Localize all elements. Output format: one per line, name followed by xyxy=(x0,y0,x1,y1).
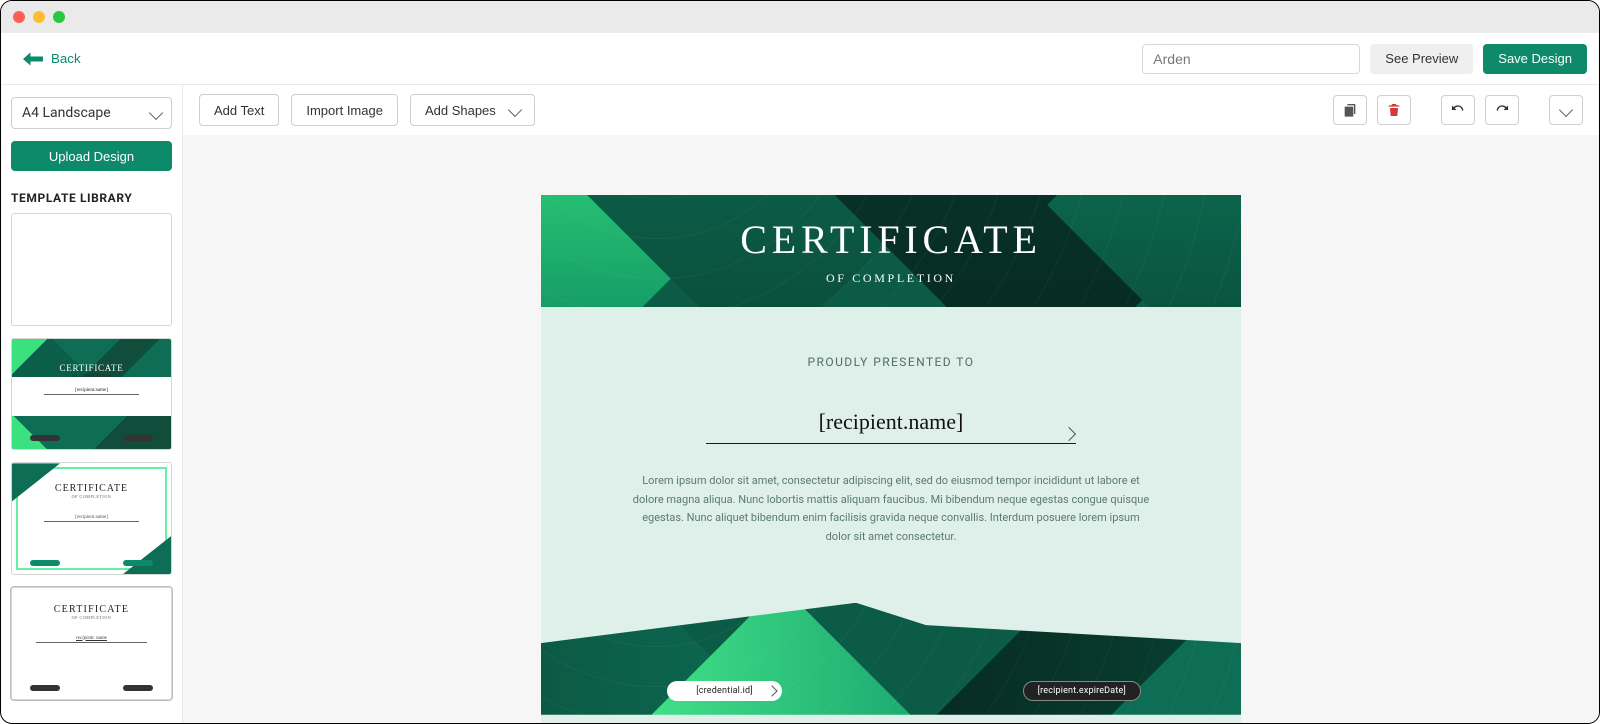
recipient-name-text: [recipient.name] xyxy=(819,409,964,434)
main-area: A4 Landscape Upload Design TEMPLATE LIBR… xyxy=(1,85,1599,723)
top-bar: Back See Preview Save Design xyxy=(1,33,1599,85)
thumb-title: CERTIFICATE xyxy=(12,604,171,615)
certificate-title[interactable]: CERTIFICATE xyxy=(740,216,1042,263)
page-size-value: A4 Landscape xyxy=(22,105,111,121)
minimize-window-icon[interactable] xyxy=(33,11,45,23)
chevron-down-icon xyxy=(149,106,163,120)
template-thumb-3[interactable]: CERTIFICATE OF COMPLETION recipient. nam… xyxy=(11,587,172,700)
more-menu-button[interactable] xyxy=(1549,95,1583,125)
add-shapes-button[interactable]: Add Shapes xyxy=(410,94,535,126)
editor-toolbar: Add Text Import Image Add Shapes xyxy=(183,85,1599,135)
template-library-title: TEMPLATE LIBRARY xyxy=(11,191,172,205)
redo-button[interactable] xyxy=(1485,95,1519,125)
thumb-pill xyxy=(30,435,60,441)
thumb-pill xyxy=(30,560,60,566)
sidebar: A4 Landscape Upload Design TEMPLATE LIBR… xyxy=(1,85,183,723)
expire-date-text: [recipient.expireDate] xyxy=(1038,686,1126,696)
thumb-pill xyxy=(30,685,60,691)
undo-icon xyxy=(1450,102,1466,118)
trash-icon xyxy=(1386,102,1402,118)
certificate-header: CERTIFICATE OF COMPLETION xyxy=(541,195,1241,307)
import-image-button[interactable]: Import Image xyxy=(291,94,398,126)
maximize-window-icon[interactable] xyxy=(53,11,65,23)
canvas-scroll[interactable]: CERTIFICATE OF COMPLETION PROUDLY PRESEN… xyxy=(183,135,1599,723)
chevron-down-icon xyxy=(508,103,522,117)
arrow-left-icon xyxy=(23,51,43,67)
edit-handle-icon[interactable] xyxy=(1064,429,1074,439)
back-button[interactable]: Back xyxy=(13,45,91,73)
add-shapes-label: Add Shapes xyxy=(425,103,496,118)
template-thumb-1[interactable]: CERTIFICATE OF COMPLETION [recipient.nam… xyxy=(11,338,172,451)
app-window: Back See Preview Save Design A4 Landscap… xyxy=(0,0,1600,724)
edit-handle-icon[interactable] xyxy=(768,687,776,695)
design-name-input[interactable] xyxy=(1142,44,1360,74)
thumb-sub: OF COMPLETION xyxy=(12,373,171,378)
chevron-down-icon xyxy=(1559,103,1573,117)
credential-id-field[interactable]: [credential.id] xyxy=(667,681,782,701)
window-controls xyxy=(13,11,65,23)
thumb-title: CERTIFICATE xyxy=(12,363,171,373)
certificate-body: PROUDLY PRESENTED TO [recipient.name] Lo… xyxy=(541,307,1241,577)
recipient-name-field[interactable]: [recipient.name] xyxy=(706,409,1076,444)
thumb-name: [recipient.name] xyxy=(12,515,171,520)
thumb-name: recipient. name xyxy=(12,636,171,641)
delete-button[interactable] xyxy=(1377,95,1411,125)
redo-icon xyxy=(1494,102,1510,118)
thumb-pill xyxy=(123,435,153,441)
back-label: Back xyxy=(51,51,81,66)
copy-button[interactable] xyxy=(1333,95,1367,125)
thumb-name: [recipient.name] xyxy=(12,388,171,393)
credential-id-text: [credential.id] xyxy=(696,686,753,696)
template-thumb-blank[interactable] xyxy=(11,213,172,326)
window-titlebar xyxy=(1,1,1599,33)
copy-icon xyxy=(1342,102,1358,118)
editor-column: Add Text Import Image Add Shapes xyxy=(183,85,1599,723)
undo-button[interactable] xyxy=(1441,95,1475,125)
upload-design-button[interactable]: Upload Design xyxy=(11,141,172,171)
certificate-subtitle[interactable]: OF COMPLETION xyxy=(826,271,956,286)
page-size-select[interactable]: A4 Landscape xyxy=(11,97,172,129)
save-design-button[interactable]: Save Design xyxy=(1483,44,1587,74)
certificate-body-text[interactable]: Lorem ipsum dolor sit amet, consectetur … xyxy=(631,472,1151,547)
close-window-icon[interactable] xyxy=(13,11,25,23)
thumb-pill xyxy=(123,560,153,566)
thumb-sub: OF COMPLETION xyxy=(12,615,171,620)
certificate-canvas[interactable]: CERTIFICATE OF COMPLETION PROUDLY PRESEN… xyxy=(541,195,1241,723)
expire-date-field[interactable]: [recipient.expireDate] xyxy=(1023,681,1141,701)
thumb-sub: OF COMPLETION xyxy=(12,494,171,499)
add-text-button[interactable]: Add Text xyxy=(199,94,279,126)
presented-label[interactable]: PROUDLY PRESENTED TO xyxy=(611,355,1171,369)
thumb-title: CERTIFICATE xyxy=(12,483,171,494)
thumb-pill xyxy=(123,685,153,691)
see-preview-button[interactable]: See Preview xyxy=(1370,44,1473,74)
template-thumb-2[interactable]: CERTIFICATE OF COMPLETION [recipient.nam… xyxy=(11,462,172,575)
